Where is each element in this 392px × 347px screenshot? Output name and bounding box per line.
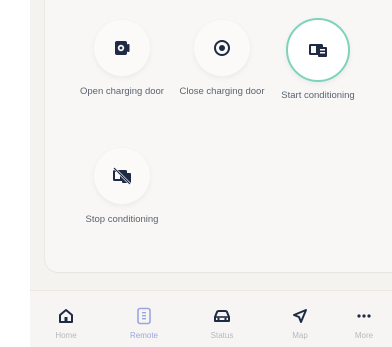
- close-charging-door-button[interactable]: Close charging door: [179, 20, 265, 98]
- nav-label-map: Map: [292, 331, 308, 340]
- car-icon: [214, 310, 230, 322]
- navigation-arrow-icon: [293, 309, 307, 323]
- open-charging-door-label: Open charging door: [80, 86, 164, 97]
- charging-door-close-icon: [214, 40, 230, 56]
- nav-item-map[interactable]: Map: [270, 305, 330, 340]
- nav-item-remote[interactable]: Remote: [114, 305, 174, 340]
- nav-item-home[interactable]: Home: [36, 305, 96, 340]
- nav-label-home: Home: [55, 331, 77, 340]
- open-charging-door-button[interactable]: Open charging door: [79, 20, 165, 98]
- charging-door-open-icon: [115, 41, 130, 55]
- home-icon: [59, 309, 73, 323]
- remote-icon: [137, 307, 151, 325]
- remote-actions-card: Open charging door Close charging door S…: [44, 0, 392, 273]
- nav-label-status: Status: [210, 331, 234, 340]
- climate-stop-icon: [113, 167, 131, 185]
- nav-item-more[interactable]: More: [334, 305, 392, 340]
- climate-start-icon: [309, 44, 327, 57]
- bottom-nav: Home Remote Status Map More: [30, 290, 392, 347]
- stop-conditioning-circle: [94, 148, 150, 204]
- stop-conditioning-button[interactable]: Stop conditioning: [79, 148, 165, 226]
- nav-label-remote: Remote: [129, 331, 158, 340]
- nav-label-more: More: [354, 331, 374, 340]
- close-charging-door-label: Close charging door: [179, 86, 265, 97]
- start-conditioning-button[interactable]: Start conditioning: [275, 18, 361, 102]
- nav-item-status[interactable]: Status: [192, 305, 252, 340]
- start-conditioning-circle: [286, 18, 350, 82]
- stop-conditioning-label: Stop conditioning: [85, 214, 159, 225]
- open-charging-door-circle: [94, 20, 150, 76]
- start-conditioning-label: Start conditioning: [281, 90, 355, 101]
- close-charging-door-circle: [194, 20, 250, 76]
- more-icon: [357, 314, 371, 318]
